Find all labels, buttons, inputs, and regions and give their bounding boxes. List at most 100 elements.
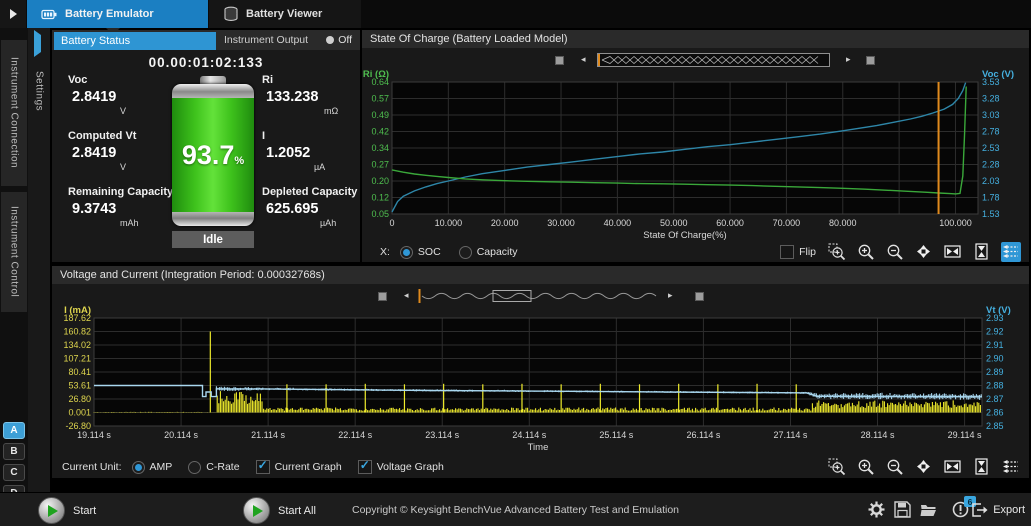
svg-text:20.000: 20.000 [491,218,519,228]
svg-text:50.000: 50.000 [660,218,688,228]
svg-text:2.91: 2.91 [986,340,1004,350]
track-latest-button[interactable] [1001,242,1021,262]
svg-text:2.87: 2.87 [986,394,1004,404]
tab-settings[interactable]: Settings [28,52,50,130]
radio-soc[interactable] [400,246,413,259]
scrollbar-page-right-button[interactable] [695,292,704,301]
instrument-output-toggle[interactable]: Off [326,34,352,46]
scrollbar-step-right-button[interactable]: ▸ [846,53,851,65]
soc-chart-scrollbar[interactable] [597,52,830,68]
settings-rail: Settings [28,28,50,492]
zoom-out-button[interactable] [885,242,905,262]
svg-text:26.80: 26.80 [68,394,91,404]
svg-text:I (mA): I (mA) [64,305,91,316]
svg-text:2.92: 2.92 [986,327,1004,337]
fit-horizontal-button[interactable] [943,457,963,477]
channel-button-b[interactable]: B [3,443,25,460]
svg-text:2.89: 2.89 [986,367,1004,377]
svg-text:19.114 s: 19.114 s [77,430,111,440]
fit-horizontal-button[interactable] [943,242,963,262]
svg-text:70.000: 70.000 [773,218,801,228]
svg-text:29.114 s: 29.114 s [948,430,982,440]
vi-toolbar [818,457,1021,477]
scrollbar-page-left-button[interactable] [555,56,564,65]
svg-text:100.000: 100.000 [939,218,972,228]
settings-gear-button[interactable] [868,501,885,518]
current-graph-checkbox[interactable] [256,460,270,474]
svg-text:0: 0 [389,218,394,228]
sidebar-expander-button[interactable] [0,0,26,28]
output-state-icon [326,36,334,44]
channel-button-a[interactable]: A [3,422,25,439]
sidebar-item-label: Instrument Control [9,206,20,297]
svg-text:Ri (Ω): Ri (Ω) [363,69,389,80]
zoom-in-icon [857,243,875,261]
tab-battery-emulator[interactable]: Battery Emulator [27,0,208,28]
scrollbar-page-left-button[interactable] [378,292,387,301]
app-window: Battery Emulator Battery Viewer Instrume… [0,0,1031,526]
voltage-graph-checkbox[interactable] [358,460,372,474]
svg-text:0.49: 0.49 [371,110,389,120]
fit-vertical-icon [973,243,991,261]
footer-bar: Start Start All Copyright © Keysight Ben… [0,492,1031,526]
scrollbar-step-right-button[interactable]: ▸ [668,289,673,301]
svg-text:28.114 s: 28.114 s [861,430,895,440]
battery-status-tab[interactable]: Battery Status [54,32,216,50]
radio-capacity[interactable] [459,246,472,259]
flip-checkbox[interactable] [780,245,794,259]
svg-text:0.20: 0.20 [371,176,389,186]
export-button[interactable]: Export [971,501,1025,518]
remaining-capacity-field: Remaining Capacity 9.3743 mAh [68,186,188,228]
soc-scroll-row: ◂ ▸ [362,50,1029,68]
svg-text:1.78: 1.78 [982,193,1000,203]
svg-text:3.28: 3.28 [982,94,1000,104]
fit-vertical-button[interactable] [972,242,992,262]
export-icon [971,501,988,518]
radio-amp[interactable] [132,461,145,474]
tab-battery-viewer[interactable]: Battery Viewer [209,0,361,28]
fit-all-button[interactable] [914,242,934,262]
svg-text:107.21: 107.21 [63,354,91,364]
svg-text:Vt (V): Vt (V) [986,305,1011,316]
sidebar-item-instrument-connection[interactable]: Instrument Connection [1,40,27,186]
svg-text:20.114 s: 20.114 s [164,430,198,440]
vi-chart-canvas[interactable]: 187.62160.82134.02107.2180.4153.6126.800… [52,304,1029,456]
tab-label: Battery Viewer [246,8,322,20]
svg-text:2.86: 2.86 [986,408,1004,418]
sidebar-item-instrument-control[interactable]: Instrument Control [1,192,27,312]
open-folder-button[interactable] [920,501,937,518]
zoom-region-icon [828,243,846,261]
channel-button-c[interactable]: C [3,464,25,481]
svg-text:22.114 s: 22.114 s [338,430,372,440]
soc-percentage: 93.7% [182,140,244,171]
zoom-out-button[interactable] [885,457,905,477]
scrollbar-page-right-button[interactable] [866,56,875,65]
alerts-button[interactable]: 6 [952,501,969,518]
svg-text:27.114 s: 27.114 s [774,430,808,440]
zoom-region-button[interactable] [827,242,847,262]
scrollbar-step-left-button[interactable]: ◂ [581,53,586,65]
zoom-in-button[interactable] [856,457,876,477]
vi-chart-scrollbar[interactable] [418,288,662,304]
save-button[interactable] [894,501,911,518]
svg-text:0.27: 0.27 [371,160,389,170]
zoom-in-button[interactable] [856,242,876,262]
track-latest-button[interactable] [1001,457,1021,477]
radio-c-rate[interactable] [188,461,201,474]
expander-arrow-icon [10,9,17,19]
fit-vertical-button[interactable] [972,457,992,477]
scrollbar-step-left-button[interactable]: ◂ [404,289,409,301]
voltage-current-panel: Voltage and Current (Integration Period:… [52,266,1029,478]
soc-panel-title: State Of Charge (Battery Loaded Model) [370,33,568,45]
fit-all-button[interactable] [914,457,934,477]
svg-text:2.53: 2.53 [982,143,1000,153]
settings-expander-icon[interactable] [34,35,41,53]
zoom-out-icon [886,243,904,261]
svg-text:53.61: 53.61 [68,381,91,391]
svg-text:Voc (V): Voc (V) [982,69,1014,80]
soc-chart-canvas[interactable]: 0.640.570.490.420.340.270.200.120.053.53… [362,68,1029,242]
svg-text:10.000: 10.000 [435,218,463,228]
svg-text:80.41: 80.41 [68,367,91,377]
zoom-region-button[interactable] [827,457,847,477]
fit-all-icon [915,243,933,261]
